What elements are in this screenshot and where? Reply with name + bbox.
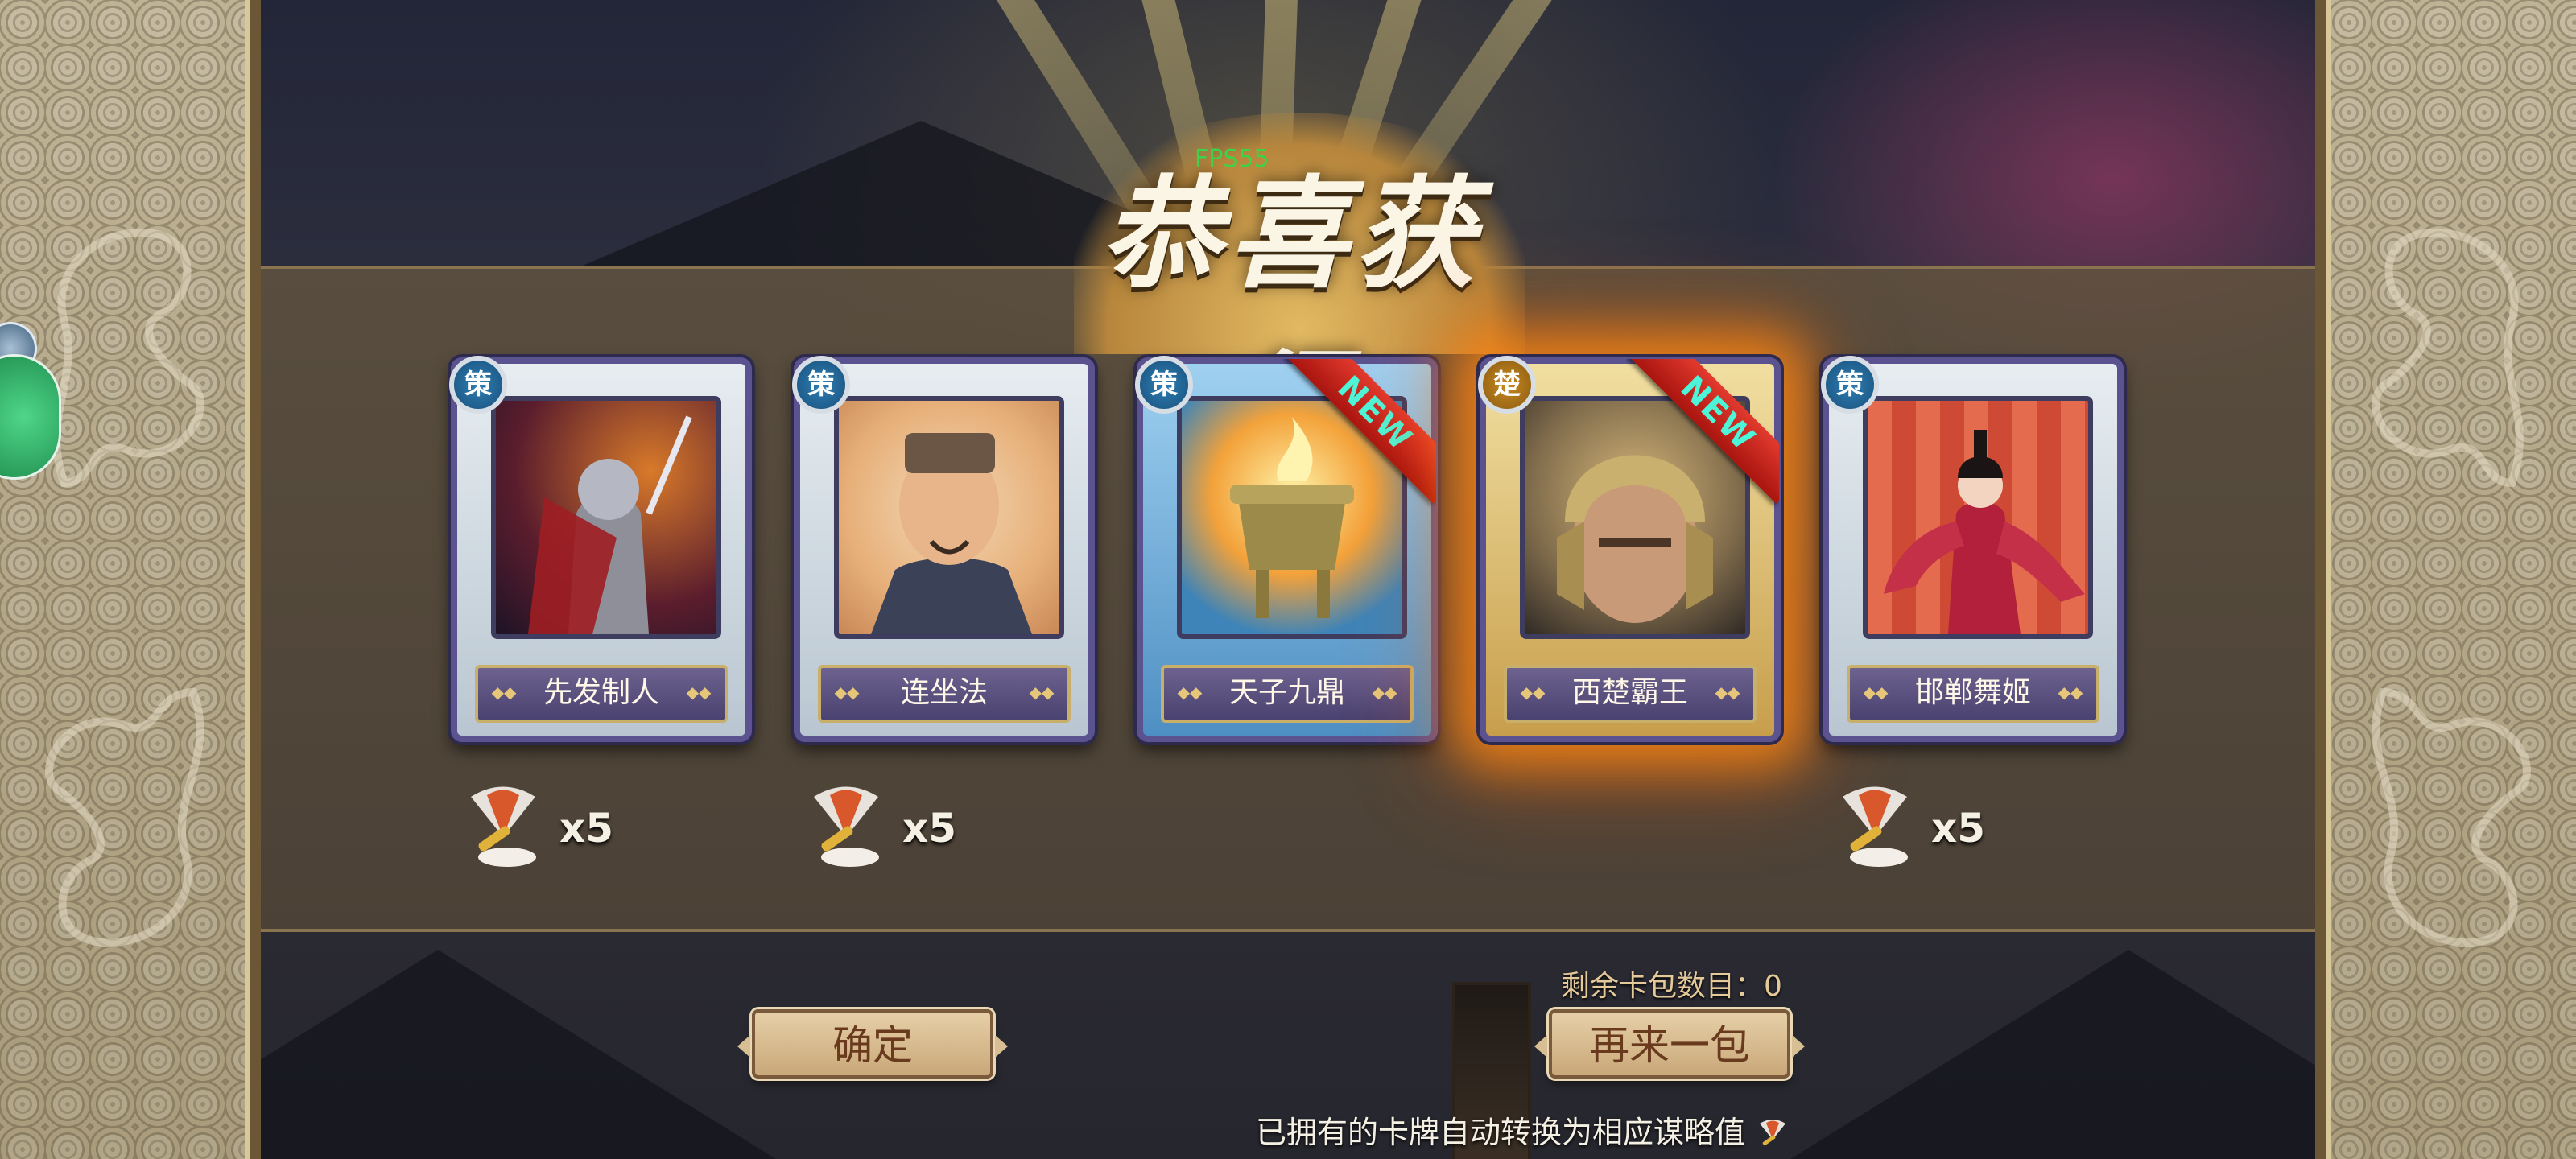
card-name: 连坐法 [900,676,988,709]
card-5[interactable]: ◆◆ 邯郸舞姬 ◆◆ 策 [1821,356,2124,742]
card-art [491,396,721,639]
open-another-pack-button[interactable]: 再来一包 [1534,1009,1805,1079]
confirm-button[interactable]: 确定 [737,1009,1008,1079]
remaining-packs-count: 剩余卡包数目：0 [1561,970,1782,1003]
feather-fan-icon [814,786,879,867]
card-faction-badge: 楚 [1478,356,1536,414]
card-label: ◆◆ 连坐法 ◆◆ [818,665,1071,723]
card-4[interactable]: ◆◆ 西楚霸王 ◆◆ 楚 NEW [1478,356,1781,742]
card-type-badge: 策 [1135,356,1193,414]
card-name: 先发制人 [543,676,659,709]
card-2[interactable]: ◆◆ 连坐法 ◆◆ 策 [792,356,1095,742]
card-label: ◆◆ 邯郸舞姬 ◆◆ [1847,665,2099,723]
card-1[interactable]: ◆◆ 先发制人 ◆◆ 策 [449,356,752,742]
dragon-ornament-2 [45,687,204,947]
card-name: 天子九鼎 [1228,676,1345,709]
card-name: 邯郸舞姬 [1914,676,2031,709]
feather-fan-icon [471,786,536,867]
conversion-hint: 已拥有的卡牌自动转换为相应谋略值 [1256,1107,1790,1153]
card-label: ◆◆ 天子九鼎 ◆◆ [1161,665,1414,723]
card-3[interactable]: ◆◆ 天子九鼎 ◆◆ 策 NEW [1135,356,1438,742]
reward-quantity: x5 [559,805,614,852]
dragon-ornament-3 [2372,228,2524,488]
right-decor-panel [2315,0,2576,1159]
card-name: 西楚霸王 [1571,676,1688,709]
conversion-hint-text: 已拥有的卡牌自动转换为相应谋略值 [1256,1115,1746,1150]
reward-scene: 恭喜获得 FPS55 ◆◆ 先发制人 ◆◆ 策 [261,0,2315,1159]
dragon-ornament-4 [2372,687,2531,947]
mountain-silhouette [261,950,776,1159]
new-ribbon: NEW [1283,359,1436,512]
card-type-badge: 策 [1821,356,1879,414]
card-label: ◆◆ 先发制人 ◆◆ [475,665,728,723]
card-art [834,396,1064,639]
fps-counter: FPS55 [1195,145,1269,173]
reward-quantity: x5 [1931,805,1986,852]
left-decor-panel [0,0,261,1159]
new-ribbon: NEW [1626,359,1779,512]
mountain-silhouette [1790,950,2315,1159]
feather-fan-icon [1843,786,1908,867]
card-label: ◆◆ 西楚霸王 ◆◆ [1504,665,1757,723]
reward-quantity: x5 [902,805,957,852]
card-type-badge: 策 [792,356,850,414]
card-type-badge: 策 [449,356,507,414]
card-art [1863,396,2093,639]
feather-fan-icon [1760,1119,1786,1145]
dragon-ornament [52,228,204,488]
